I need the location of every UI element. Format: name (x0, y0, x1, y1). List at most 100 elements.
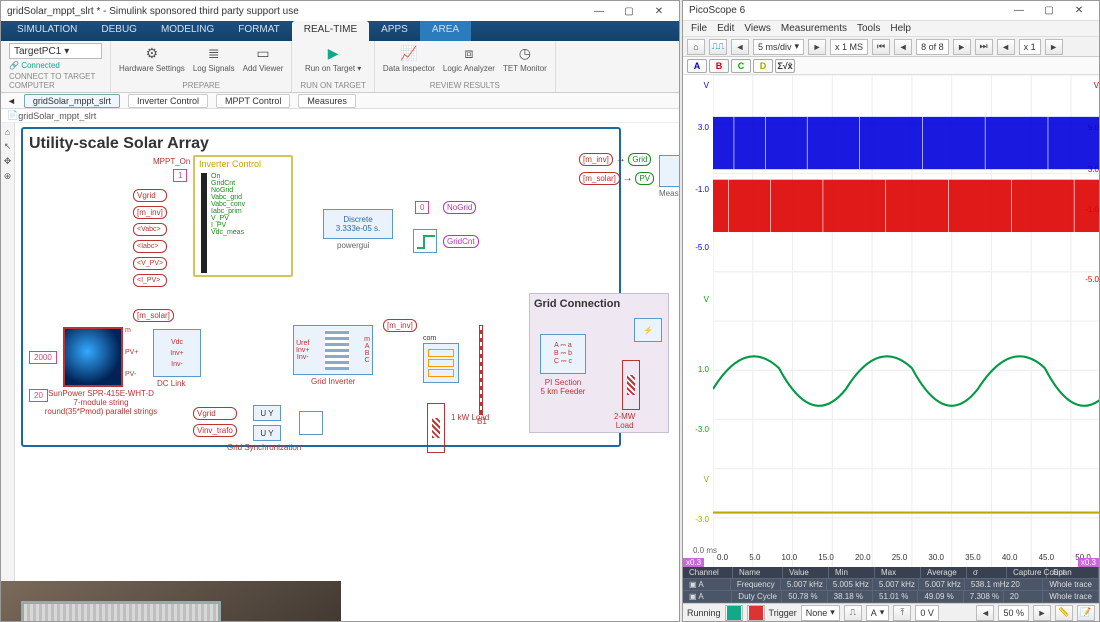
tag-m-inv2[interactable]: [m_inv] (579, 153, 613, 166)
ribbon-tab-realtime[interactable]: REAL-TIME (292, 21, 369, 41)
block-inverter-control[interactable]: Inverter Control On GridCnt NoGrid Vabc_… (193, 155, 293, 277)
block-sync-2[interactable]: U Y (253, 425, 281, 441)
block-scope[interactable] (299, 411, 323, 435)
scope-display[interactable]: V 3.0 -1.0 -5.0 V 1.0 -3.0 V -3.0 V 5.0 … (683, 75, 1099, 567)
close-button[interactable]: ✕ (645, 3, 673, 19)
tag-m-solar2[interactable]: [m_solar] (579, 172, 620, 185)
block-sync-1[interactable]: U Y (253, 405, 281, 421)
trigger-mode-select[interactable]: None ▾ (801, 605, 840, 621)
log-signals-button[interactable]: ≣Log Signals (193, 43, 235, 73)
run-button[interactable] (725, 605, 743, 621)
editor-tab[interactable]: Inverter Control (128, 94, 208, 108)
channel-tab-b[interactable]: B (709, 59, 729, 73)
tag-vpv[interactable]: <V_PV> (133, 257, 167, 270)
menu-tools[interactable]: Tools (857, 23, 880, 34)
tag-iabc[interactable]: <Iabc> (133, 240, 167, 253)
menu-edit[interactable]: Edit (717, 23, 734, 34)
block-grid-inverter[interactable]: UrefInv+Inv- mABC (293, 325, 373, 375)
stop-button[interactable] (747, 605, 765, 621)
editor-tab[interactable]: Measures (298, 94, 356, 108)
menu-help[interactable]: Help (890, 23, 911, 34)
tag-m-inv[interactable]: [m_inv] (133, 206, 167, 219)
group-grid-connection[interactable]: Grid Connection A ⎓ aB ⎓ bC ⎓ c PI Secti… (529, 293, 669, 433)
logic-analyzer-button[interactable]: ⧈Logic Analyzer (443, 43, 495, 73)
trig-rising-button[interactable]: ⤒ (893, 605, 911, 621)
tag-ipv[interactable]: <I_PV> (133, 274, 167, 287)
table-row[interactable]: ▣ A Frequency 5.007 kHz 5.005 kHz 5.007 … (683, 579, 1099, 591)
channel-tab-c[interactable]: C (731, 59, 751, 73)
const-2000[interactable]: 2000 (29, 351, 57, 364)
ribbon-tab-apps[interactable]: APPS (369, 21, 420, 41)
block-grid-source[interactable]: ⚡ (634, 318, 662, 342)
tag-gridcnt[interactable]: GridCnt (443, 235, 479, 248)
run-on-target-button[interactable]: ▶Run on Target ▾ (305, 43, 361, 73)
menu-measurements[interactable]: Measurements (781, 23, 847, 34)
const-mppt-on[interactable]: 1 (173, 169, 187, 182)
model-canvas[interactable]: Utility-scale Solar Array MPPT_On 1 Vgri… (19, 123, 679, 453)
ribbon-tab-format[interactable]: FORMAT (226, 21, 291, 41)
ribbon-tab-simulation[interactable]: SIMULATION (5, 21, 89, 41)
data-inspector-button[interactable]: 📈Data Inspector (383, 43, 435, 73)
ribbon-tab-debug[interactable]: DEBUG (89, 21, 149, 41)
tag-vinv-trafo[interactable]: Vinv_trafo (193, 424, 237, 437)
cursor-left[interactable]: x0.3 (683, 558, 704, 567)
block-measure[interactable] (423, 343, 459, 383)
maximize-button[interactable]: ▢ (615, 3, 643, 19)
trig-channel-select[interactable]: A ▾ (866, 605, 890, 621)
editor-tab[interactable]: MPPT Control (216, 94, 290, 108)
target-dropdown[interactable]: TargetPC1▾ (9, 43, 102, 59)
trig-level[interactable]: 0 V (915, 605, 939, 621)
menu-views[interactable]: Views (744, 23, 771, 34)
block-pv-array[interactable] (63, 327, 123, 387)
prev-button[interactable]: ◄ (731, 39, 749, 55)
pretrig-prev[interactable]: ◄ (976, 605, 994, 621)
table-row[interactable]: ▣ A Duty Cycle 50.78 % 38.18 % 51.01 % 4… (683, 591, 1099, 603)
tag-vgrid[interactable]: Vgrid (133, 189, 167, 202)
tag-vgrid2[interactable]: Vgrid (193, 407, 237, 420)
maximize-button[interactable]: ▢ (1035, 3, 1063, 19)
add-viewer-button[interactable]: ▭Add Viewer (243, 43, 284, 73)
buf-first-button[interactable]: ⏮ (872, 39, 890, 55)
home-button[interactable]: ⌂ (687, 39, 705, 55)
trig-edge-button[interactable]: ⎍ (844, 605, 862, 621)
buf-prev-button[interactable]: ◄ (894, 39, 912, 55)
samples-select[interactable]: x 1 MS (830, 39, 868, 55)
breadcrumb[interactable]: 📄 gridSolar_mppt_slrt (1, 109, 679, 123)
tag-vabc[interactable]: <Vabc> (133, 223, 167, 236)
editor-tab[interactable]: gridSolar_mppt_slrt (24, 94, 120, 108)
buf-next-button[interactable]: ► (953, 39, 971, 55)
block-step[interactable] (413, 229, 437, 253)
ribbon-tab-modeling[interactable]: MODELING (149, 21, 226, 41)
scope-mode-button[interactable]: ⎍⎍ (709, 39, 727, 55)
tag-grid[interactable]: Grid (628, 153, 651, 166)
notes-button[interactable]: 📝 (1077, 605, 1095, 621)
tag-m-solar[interactable]: [m_solar] (133, 309, 174, 322)
nav-back-button[interactable]: ◄ (7, 96, 16, 106)
block-load-1kw[interactable] (427, 403, 445, 453)
next-button[interactable]: ► (808, 39, 826, 55)
buffer-indicator[interactable]: 8 of 8 (916, 39, 949, 55)
zoom-select[interactable]: x 1 (1019, 39, 1041, 55)
block-powergui[interactable]: Discrete 3.333e-05 s. (323, 209, 393, 239)
cursor-icon[interactable]: ↖ (4, 141, 12, 152)
close-button[interactable]: ✕ (1065, 3, 1093, 19)
zoom-next-button[interactable]: ► (1045, 39, 1063, 55)
menu-file[interactable]: File (691, 23, 707, 34)
block-pi-section[interactable]: A ⎓ aB ⎓ bC ⎓ c (540, 334, 586, 374)
minimize-button[interactable]: — (585, 3, 613, 19)
channel-tab-a[interactable]: A (687, 59, 707, 73)
pretrig-next[interactable]: ► (1033, 605, 1051, 621)
timebase-select[interactable]: 5 ms/div ▾ (753, 39, 804, 55)
block-load-2mw[interactable] (622, 360, 640, 410)
cursor-right[interactable]: x0.3 (1078, 558, 1099, 567)
pretrigger[interactable]: 50 % (998, 605, 1029, 621)
const-zero[interactable]: 0 (415, 201, 429, 214)
tet-monitor-button[interactable]: ◷TET Monitor (503, 43, 547, 73)
block-dc-link[interactable]: Vdc Inv+ Inv- (153, 329, 201, 377)
math-channel-button[interactable]: Σ√x̄ (775, 59, 795, 73)
minimize-button[interactable]: — (1005, 3, 1033, 19)
block-measures[interactable] (659, 155, 679, 187)
zoom-fit-icon[interactable]: ⌂ (5, 127, 10, 137)
pan-icon[interactable]: ✥ (4, 156, 12, 167)
tag-pv[interactable]: PV (635, 172, 654, 185)
